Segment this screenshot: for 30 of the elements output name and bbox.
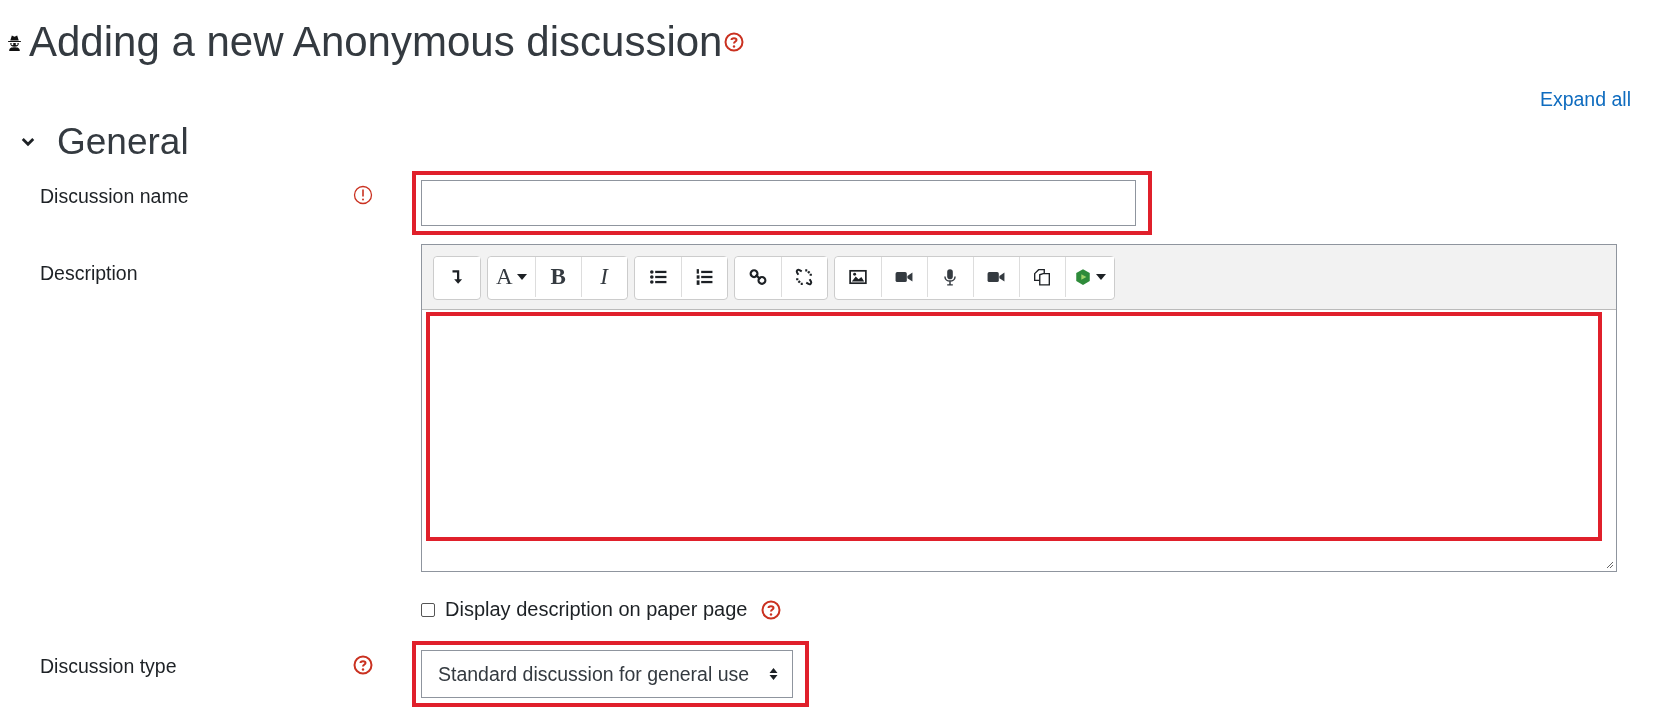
checkbox[interactable] xyxy=(421,602,435,617)
field-label: Description xyxy=(40,262,138,285)
bullet-list-icon xyxy=(648,268,667,286)
unlink-button[interactable] xyxy=(780,257,827,297)
sort-arrows-icon xyxy=(769,668,778,680)
help-icon[interactable] xyxy=(724,32,745,52)
numbers-button[interactable] xyxy=(680,257,727,297)
help-icon[interactable] xyxy=(353,655,373,675)
image-icon xyxy=(848,268,867,286)
help-icon[interactable] xyxy=(761,599,782,620)
link-icon xyxy=(748,268,767,286)
discussion-name-field[interactable] xyxy=(421,180,1136,226)
expand-all-link[interactable]: Expand all xyxy=(1539,88,1631,111)
media-button[interactable] xyxy=(1064,257,1114,297)
copy-icon xyxy=(1033,268,1052,286)
numbered-list-icon xyxy=(695,268,714,286)
broken-link-icon xyxy=(795,268,814,286)
italic-button[interactable]: I xyxy=(580,257,627,297)
discussion-type-select[interactable]: Standard discussion for general use xyxy=(421,650,793,698)
chevron-icon[interactable] xyxy=(21,137,35,147)
caret-icon xyxy=(1095,274,1106,280)
section-title: General xyxy=(57,121,189,163)
resize-handle-icon[interactable] xyxy=(1604,559,1614,569)
caret-icon xyxy=(516,274,527,280)
play-hexagon-icon xyxy=(1073,268,1092,286)
checkbox-label[interactable]: Display description on paper page xyxy=(445,598,748,621)
field-label: Discussion type xyxy=(40,655,177,678)
page-title: Adding a new Anonymous discussion xyxy=(29,18,723,66)
spy-icon xyxy=(6,33,23,51)
field-label: Discussion name xyxy=(40,185,189,208)
